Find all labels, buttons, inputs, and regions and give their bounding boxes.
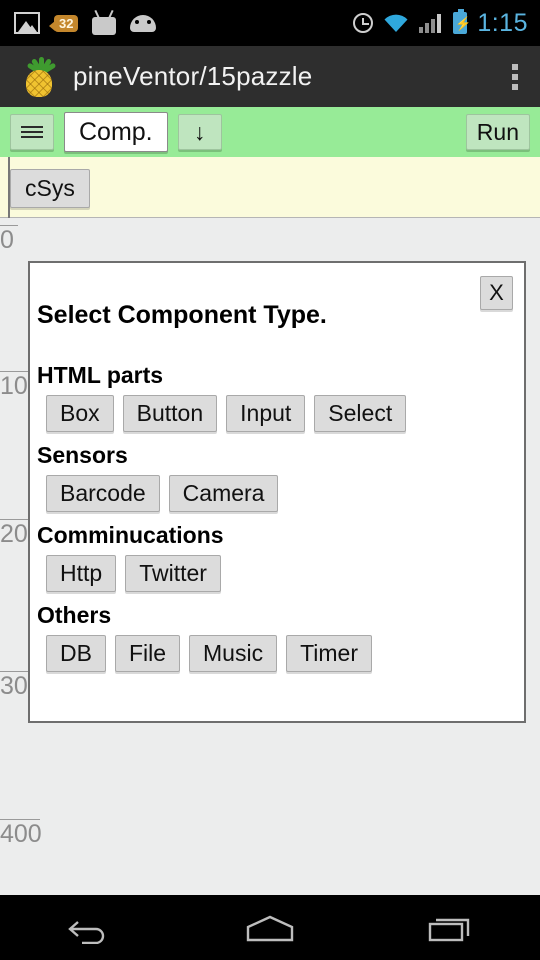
- component-button-db[interactable]: DB: [46, 635, 106, 672]
- component-strip: cSys: [0, 157, 540, 218]
- component-button-file[interactable]: File: [114, 635, 181, 672]
- component-button-row: Http Twitter: [37, 555, 514, 592]
- ruler-label: 0: [0, 226, 14, 254]
- component-group-list: HTML parts Box Button Input Select Sensors Bar…: [37, 362, 514, 682]
- component-button-select[interactable]: Select: [314, 395, 407, 432]
- component-button-input[interactable]: Input: [226, 395, 306, 432]
- component-button-camera[interactable]: Camera: [168, 475, 279, 512]
- component-button-timer[interactable]: Timer: [286, 635, 372, 672]
- recents-icon[interactable]: [390, 904, 510, 952]
- back-icon[interactable]: [30, 904, 150, 952]
- android-icon: [130, 14, 157, 32]
- component-button-row: Box Button Input Select: [37, 395, 514, 432]
- component-group-heading: Sensors: [37, 442, 128, 468]
- component-button-twitter[interactable]: Twitter: [125, 555, 221, 592]
- ruler-label: 10: [0, 372, 28, 400]
- alarm-icon: [353, 13, 374, 33]
- tv-icon: [92, 16, 117, 35]
- page-title: pineVentor/15pazzle: [73, 61, 313, 91]
- component-button-button[interactable]: Button: [122, 395, 218, 432]
- status-bar: 32 ⚡ 1:15: [0, 0, 540, 46]
- component-group-heading: Comminucations: [37, 522, 224, 548]
- overflow-menu-icon[interactable]: [512, 63, 518, 90]
- gallery-icon: [14, 12, 40, 34]
- component-button-row: DB File Music Timer: [37, 635, 514, 672]
- status-bar-system: ⚡ 1:15: [353, 9, 540, 38]
- csys-button[interactable]: cSys: [10, 169, 90, 208]
- clock-time: 1:15: [477, 8, 528, 37]
- dialog-title: Select Component Type.: [37, 301, 327, 329]
- wifi-icon: [383, 14, 409, 33]
- component-group-heading: Others: [37, 602, 112, 628]
- battery-charging-icon: ⚡: [453, 9, 472, 34]
- component-button-barcode[interactable]: Barcode: [46, 475, 160, 512]
- screen-root: 32 ⚡ 1:15 pineVentor/15pazzle Comp. ↓ Ru…: [0, 0, 540, 960]
- app-title-bar: pineVentor/15pazzle: [0, 46, 540, 107]
- home-icon[interactable]: [210, 904, 330, 952]
- ruler-label: 20: [0, 520, 28, 548]
- strip-left-rule: [8, 157, 10, 218]
- component-button-row: Barcode Camera: [37, 475, 514, 512]
- menu-button[interactable]: [10, 114, 54, 150]
- pineapple-icon: [22, 56, 57, 97]
- component-button-music[interactable]: Music: [189, 635, 278, 672]
- component-button-box[interactable]: Box: [46, 395, 114, 432]
- close-icon[interactable]: X: [480, 276, 513, 310]
- component-button-http[interactable]: Http: [46, 555, 117, 592]
- ruler-label: 30: [0, 672, 28, 700]
- notification-count-badge: 32: [48, 14, 79, 32]
- main-toolbar: Comp. ↓ Run: [0, 107, 540, 157]
- status-bar-notifications: 32: [0, 12, 353, 35]
- component-group-heading: HTML parts: [37, 362, 164, 388]
- move-down-button[interactable]: ↓: [177, 114, 222, 150]
- tab-components[interactable]: Comp.: [64, 112, 168, 152]
- ruler-label: 400: [0, 820, 42, 848]
- signal-icon: [419, 13, 443, 33]
- select-component-dialog: X Select Component Type. HTML parts Box Bu…: [28, 261, 526, 723]
- android-nav-bar: [0, 895, 540, 960]
- run-button[interactable]: Run: [465, 114, 530, 150]
